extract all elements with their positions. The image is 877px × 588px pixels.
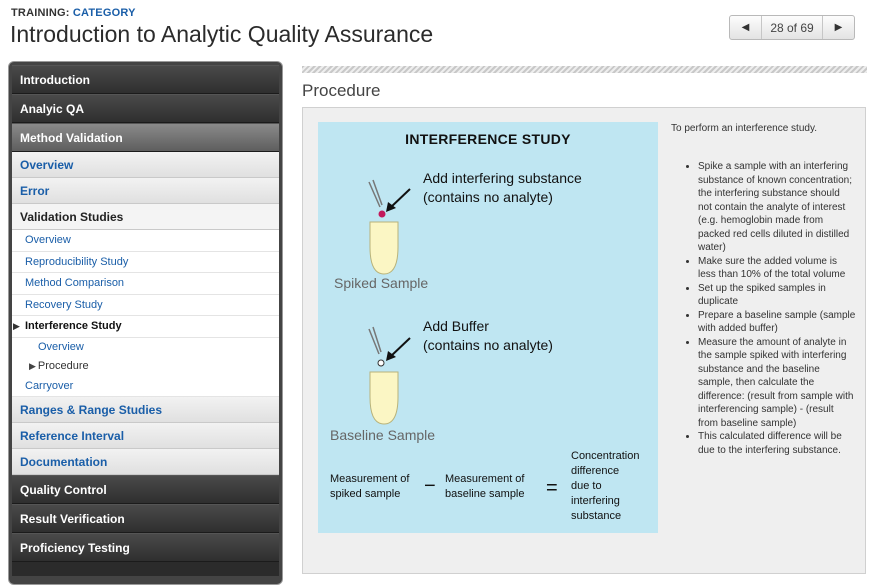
sidebar-item-validation-studies[interactable]: Validation Studies bbox=[12, 204, 279, 230]
procedure-step: Measure the amount of analyte in the sam… bbox=[698, 336, 856, 431]
page-count: 28 of 69 bbox=[770, 20, 814, 35]
equation-spiked-measurement: Measurement of spiked sample bbox=[330, 472, 409, 502]
procedure-list: Spike a sample with an interfering subst… bbox=[686, 160, 856, 457]
step1-line2: (contains no analyte) bbox=[423, 189, 553, 205]
section-title: Procedure bbox=[302, 81, 381, 100]
page-root: TRAINING: CATEGORY Introduction to Analy… bbox=[0, 0, 877, 588]
baseline-sample-caption: Baseline Sample bbox=[330, 427, 436, 443]
sidebar-subitem-overview[interactable]: Overview bbox=[12, 230, 279, 252]
content-panel: INTERFERENCE STUDY Add interfering subst… bbox=[302, 107, 866, 574]
sidebar-subsubitem-procedure[interactable]: ▶ Procedure bbox=[12, 356, 279, 376]
sidebar-item-quality-control[interactable]: Quality Control bbox=[12, 475, 279, 504]
step1-text: Add interfering substance (contains no a… bbox=[423, 169, 582, 207]
procedure-step: Make sure the added volume is less than … bbox=[698, 255, 856, 282]
buffer-drop-icon bbox=[377, 359, 385, 367]
sidebar-subitem-interference-label: Interference Study bbox=[25, 320, 122, 333]
sidebar-item-error[interactable]: Error bbox=[12, 178, 279, 204]
page-title: Introduction to Analytic Quality Assuran… bbox=[10, 21, 434, 47]
sidebar-subsubitem-procedure-label: Procedure bbox=[37, 360, 89, 372]
breadcrumb: TRAINING: CATEGORY bbox=[11, 7, 136, 19]
eq-right-line2: difference bbox=[571, 465, 620, 477]
sidebar-item-introduction[interactable]: Introduction bbox=[12, 65, 279, 94]
spiked-arrow-icon bbox=[386, 188, 411, 212]
equation-equals: = bbox=[546, 477, 558, 499]
interference-study-figure: INTERFERENCE STUDY Add interfering subst… bbox=[318, 122, 658, 533]
eq-right-line3: due to bbox=[571, 480, 602, 492]
breadcrumb-category-link[interactable]: CATEGORY bbox=[73, 7, 136, 19]
eq-left-line2: spiked sample bbox=[330, 488, 401, 500]
eq-mid-line1: Measurement of bbox=[445, 473, 525, 485]
spiked-sample-caption: Spiked Sample bbox=[334, 275, 429, 291]
left-triangle-icon: ◀ bbox=[741, 22, 750, 33]
procedure-step: This calculated difference will be due t… bbox=[698, 430, 856, 457]
step2-text: Add Buffer (contains no analyte) bbox=[423, 317, 553, 355]
procedure-intro: To perform an interference study. bbox=[671, 123, 817, 134]
current-arrow-icon: ▶ bbox=[29, 360, 36, 371]
divider-stripe bbox=[302, 66, 867, 73]
step2-line2: (contains no analyte) bbox=[423, 337, 553, 353]
eq-right-line4: interfering bbox=[571, 495, 620, 507]
sidebar-subsubitem-overview[interactable]: Overview bbox=[12, 337, 279, 357]
sidebar-item-reference-interval[interactable]: Reference Interval bbox=[12, 423, 279, 449]
spiked-sample-tube bbox=[369, 221, 399, 275]
baseline-arrow-icon bbox=[386, 337, 411, 361]
next-page-button[interactable]: ▶ bbox=[822, 16, 854, 39]
step2-line1: Add Buffer bbox=[423, 318, 489, 334]
baseline-sample-tube bbox=[369, 371, 399, 425]
page-navigator: ◀ 28 of 69 ▶ bbox=[729, 15, 855, 40]
equation-result: Concentration difference due to interfer… bbox=[571, 449, 640, 524]
spiked-pipette-icon bbox=[368, 179, 386, 218]
right-triangle-icon: ▶ bbox=[834, 22, 843, 33]
sidebar: Introduction Analyic QA Method Validatio… bbox=[8, 61, 283, 585]
sidebar-item-proficiency-testing[interactable]: Proficiency Testing bbox=[12, 533, 279, 562]
baseline-pipette-icon bbox=[368, 326, 385, 367]
sidebar-subitem-interference[interactable]: ▶ Interference Study bbox=[12, 316, 279, 338]
equation-minus: − bbox=[424, 475, 436, 497]
current-arrow-icon: ▶ bbox=[13, 320, 20, 331]
step1-line1: Add interfering substance bbox=[423, 170, 582, 186]
sidebar-footer bbox=[12, 562, 279, 576]
prev-page-button[interactable]: ◀ bbox=[730, 16, 762, 39]
eq-mid-line2: baseline sample bbox=[445, 488, 525, 500]
breadcrumb-prefix: TRAINING: bbox=[11, 7, 70, 19]
sidebar-subitem-recovery[interactable]: Recovery Study bbox=[12, 294, 279, 316]
eq-right-line1: Concentration bbox=[571, 450, 640, 462]
sidebar-item-analytic-qa[interactable]: Analyic QA bbox=[12, 94, 279, 123]
sidebar-subitem-method-comparison[interactable]: Method Comparison bbox=[12, 273, 279, 295]
sidebar-item-documentation[interactable]: Documentation bbox=[12, 449, 279, 475]
sidebar-subitem-reproducibility[interactable]: Reproducibility Study bbox=[12, 251, 279, 273]
procedure-step: Set up the spiked samples in duplicate bbox=[698, 282, 856, 309]
eq-right-line5: substance bbox=[571, 510, 622, 522]
interfering-drop-icon bbox=[378, 210, 386, 218]
sidebar-subitem-carryover[interactable]: Carryover bbox=[12, 375, 279, 397]
procedure-step: Spike a sample with an interfering subst… bbox=[698, 160, 856, 255]
sidebar-item-overview[interactable]: Overview bbox=[12, 152, 279, 178]
equation-baseline-measurement: Measurement of baseline sample bbox=[445, 472, 525, 502]
sidebar-item-result-verification[interactable]: Result Verification bbox=[12, 504, 279, 533]
eq-left-line1: Measurement of bbox=[330, 473, 410, 485]
procedure-step: Prepare a baseline sample (sample with a… bbox=[698, 309, 856, 336]
sidebar-item-ranges[interactable]: Ranges & Range Studies bbox=[12, 397, 279, 423]
sidebar-item-method-validation[interactable]: Method Validation bbox=[12, 123, 279, 152]
